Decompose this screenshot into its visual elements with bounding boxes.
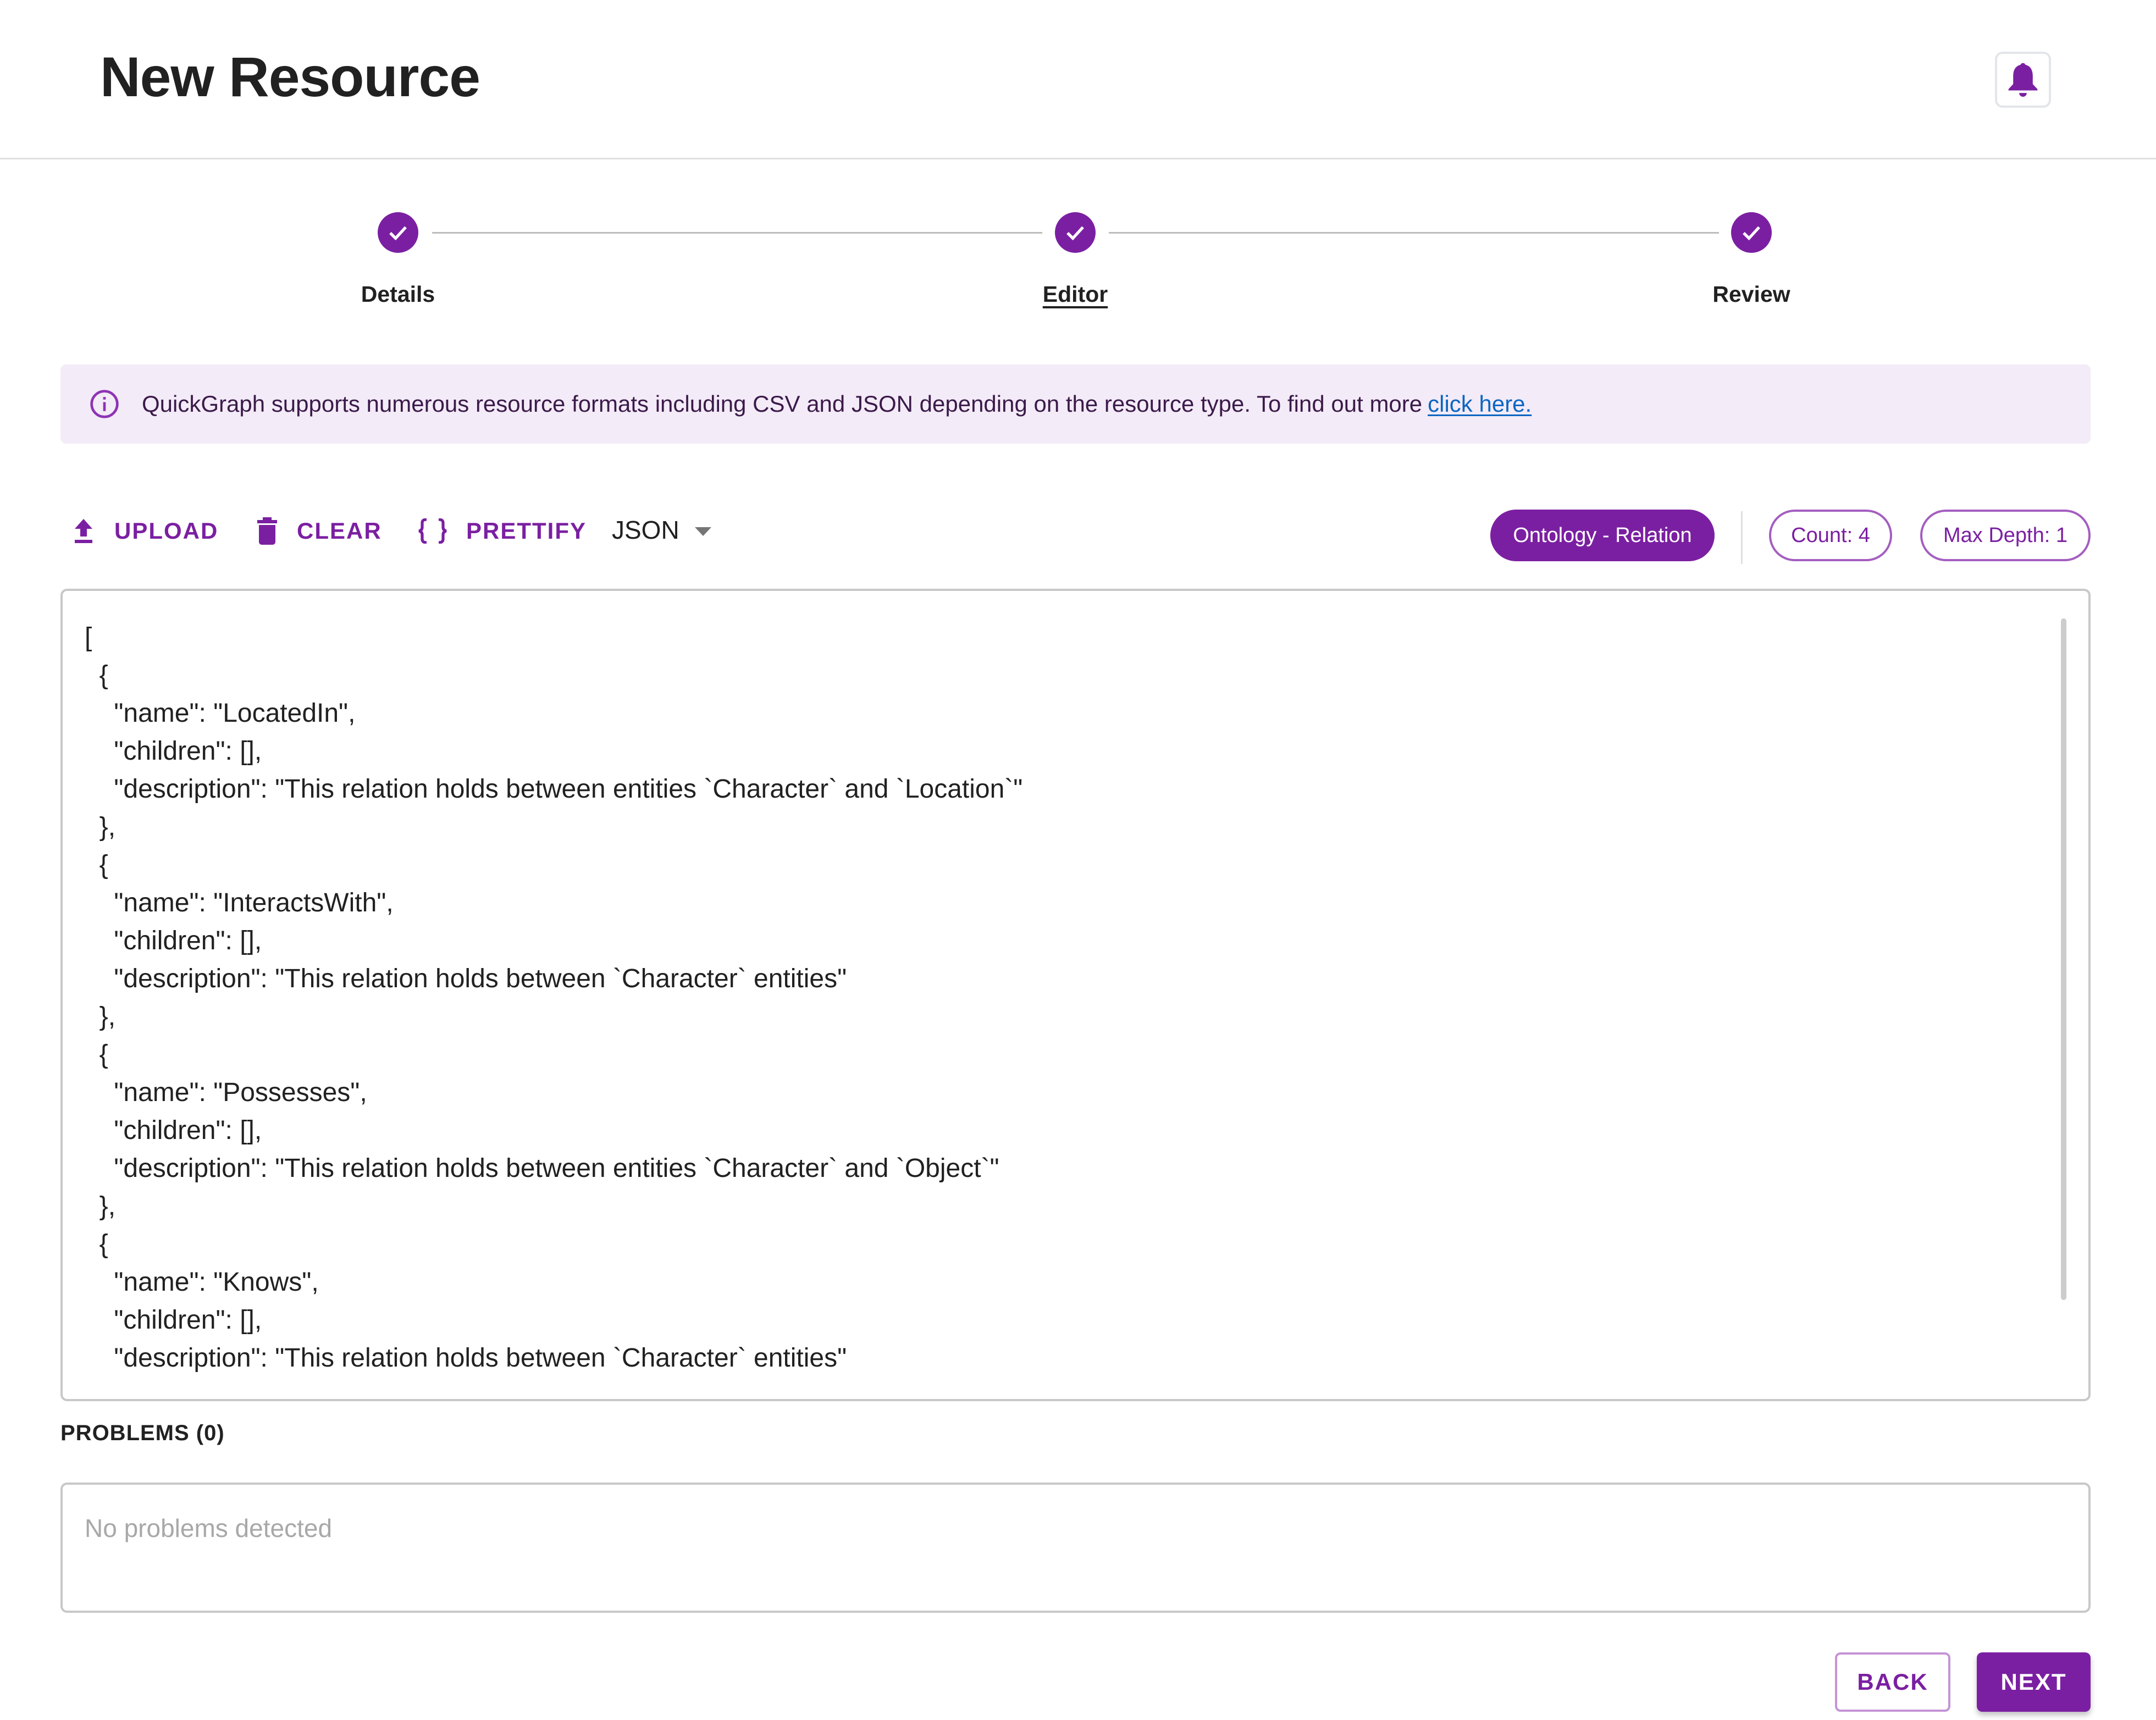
editor-line: "children": [], xyxy=(85,926,262,955)
step-label: Review xyxy=(1712,281,1790,307)
page-header: New Resource xyxy=(0,0,2156,159)
bell-icon xyxy=(2008,63,2038,97)
step-complete-badge xyxy=(378,212,418,253)
notifications-button[interactable] xyxy=(1995,52,2051,108)
info-alert: QuickGraph supports numerous resource fo… xyxy=(60,364,2091,444)
editor-line: }, xyxy=(85,1192,116,1221)
editor-line: { xyxy=(85,850,108,880)
max-depth-chip: Max Depth: 1 xyxy=(1920,510,2091,561)
editor-line: "children": [], xyxy=(85,737,262,766)
editor-line: "description": "This relation holds betw… xyxy=(85,1154,999,1183)
step-editor[interactable]: Editor xyxy=(993,203,1158,307)
upload-label: UPLOAD xyxy=(114,518,219,544)
problems-empty-message: No problems detected xyxy=(85,1514,333,1542)
learn-more-link[interactable]: click here. xyxy=(1428,391,1532,417)
count-chip: Count: 4 xyxy=(1769,510,1892,561)
editor-line: "children": [], xyxy=(85,1306,262,1335)
format-select-value: JSON xyxy=(612,516,679,544)
format-select[interactable]: JSON xyxy=(612,510,711,550)
step-details[interactable]: Details xyxy=(316,203,480,307)
alert-message: QuickGraph supports numerous resource fo… xyxy=(142,391,1532,417)
resource-type-chip: Ontology - Relation xyxy=(1490,510,1715,561)
editor-scrollbar[interactable] xyxy=(2061,618,2066,1300)
alert-text: QuickGraph supports numerous resource fo… xyxy=(142,391,1423,417)
chip-divider xyxy=(1741,511,1743,564)
page-title: New Resource xyxy=(100,46,480,108)
step-review[interactable]: Review xyxy=(1669,203,1834,307)
clear-label: CLEAR xyxy=(297,518,382,544)
check-icon xyxy=(1743,226,1760,241)
step-label: Editor xyxy=(1042,281,1108,307)
next-button[interactable]: NEXT xyxy=(1977,1652,2091,1712)
upload-icon xyxy=(75,519,92,543)
editor-line: "children": [], xyxy=(85,1116,262,1145)
stepper-connector xyxy=(432,232,1042,234)
editor-line: "description": "This relation holds betw… xyxy=(85,964,847,993)
editor-line: "name": "InteractsWith", xyxy=(85,888,394,917)
code-braces-icon xyxy=(418,518,447,544)
editor-toolbar: UPLOAD CLEAR PRETTIFY JSON Ontology - Re… xyxy=(60,500,2091,564)
editor-line: }, xyxy=(85,812,116,842)
editor-line: }, xyxy=(85,1002,116,1031)
editor-line: "name": "Knows", xyxy=(85,1268,319,1297)
json-editor[interactable]: [ { "name": "LocatedIn", "children": [],… xyxy=(60,589,2091,1401)
editor-line: "name": "Possesses", xyxy=(85,1078,367,1107)
check-icon xyxy=(389,226,407,241)
step-complete-badge xyxy=(1055,212,1096,253)
editor-line: "description": "This relation holds betw… xyxy=(85,775,1023,804)
prettify-label: PRETTIFY xyxy=(466,518,587,544)
trash-icon xyxy=(257,517,277,545)
editor-line: { xyxy=(85,1230,108,1259)
problems-panel: No problems detected xyxy=(60,1483,2091,1613)
problems-heading: PROBLEMS (0) xyxy=(60,1421,225,1445)
editor-line: { xyxy=(85,1040,108,1069)
stepper: Details Editor Review xyxy=(0,203,2156,324)
prettify-button[interactable]: PRETTIFY xyxy=(418,511,587,551)
editor-content[interactable]: [ { "name": "LocatedIn", "children": [],… xyxy=(85,618,1022,1377)
editor-line: [ xyxy=(85,623,92,652)
check-icon xyxy=(1066,226,1084,241)
editor-line: "description": "This relation holds betw… xyxy=(85,1343,847,1373)
step-label: Details xyxy=(361,281,435,307)
info-icon xyxy=(90,390,119,418)
stepper-connector xyxy=(1109,232,1719,234)
editor-line: "name": "LocatedIn", xyxy=(85,699,356,728)
dropdown-caret-icon xyxy=(694,527,711,536)
upload-button[interactable]: UPLOAD xyxy=(71,511,218,551)
clear-button[interactable]: CLEAR xyxy=(256,511,382,551)
editor-line: { xyxy=(85,661,108,690)
step-complete-badge xyxy=(1731,212,1772,253)
back-button[interactable]: BACK xyxy=(1835,1652,1950,1712)
